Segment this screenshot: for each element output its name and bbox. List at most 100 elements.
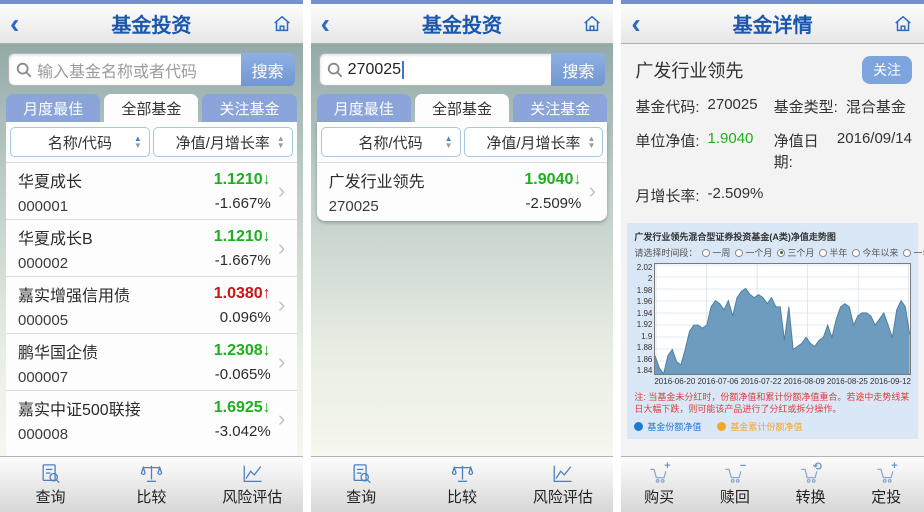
- nav-buy[interactable]: + 购买: [621, 457, 697, 512]
- fund-name: 嘉实中证500联接: [18, 396, 214, 420]
- nav-date-label: 净值日期:: [774, 130, 829, 172]
- fund-nav: 1.1210↓: [214, 228, 271, 246]
- y-axis-ticks: 2.0221.981.961.941.921.91.881.861.84: [634, 263, 654, 375]
- fund-name: 广发行业领先: [329, 168, 525, 192]
- fund-type-value: 混合基金: [846, 96, 906, 117]
- chart-title: 广发行业领先混合型证券投资基金(A类)净值走势图: [634, 230, 911, 243]
- unit-nav-value: 1.9040: [708, 130, 754, 172]
- plot-area: 2.0221.981.961.941.921.91.881.861.84: [634, 263, 911, 375]
- fund-row[interactable]: 鹏华国企债000007 1.2308↓-0.065% ›: [6, 333, 297, 390]
- three-screen-composite: ‹ 基金投资 输入基金名称或者代码 搜索 月度最佳 全部基金 关注基金: [0, 0, 924, 512]
- search-icon: [326, 61, 344, 79]
- tab-watched-funds[interactable]: 关注基金: [513, 94, 607, 122]
- fund-title-row: 广发行业领先 关注: [621, 44, 924, 88]
- home-icon[interactable]: [888, 13, 914, 35]
- back-icon[interactable]: ‹: [10, 11, 36, 37]
- cart-plus-icon: +: [647, 463, 672, 485]
- nav-redeem[interactable]: − 赎回: [697, 457, 773, 512]
- nav-query[interactable]: 查询: [0, 457, 101, 512]
- sort-nav-growth[interactable]: 净值/月增长率 ▲▼: [464, 127, 604, 157]
- text-cursor: [402, 61, 404, 79]
- fund-tabs: 月度最佳 全部基金 关注基金: [317, 94, 608, 122]
- fund-list-panel: 名称/代码 ▲▼ 净值/月增长率 ▲▼ 华夏成长000001 1.1210: [6, 122, 297, 456]
- tab-monthly-best[interactable]: 月度最佳: [317, 94, 411, 122]
- radio-icon: [903, 249, 911, 257]
- fund-nav: 1.0380↑: [214, 285, 271, 303]
- fund-name: 华夏成长B: [18, 225, 214, 249]
- fund-code-value: 270025: [708, 96, 758, 117]
- back-icon[interactable]: ‹: [631, 11, 657, 37]
- fund-row[interactable]: 嘉实增强信用债000005 1.0380↑0.096% ›: [6, 276, 297, 333]
- home-icon[interactable]: [267, 13, 293, 35]
- chevron-right-icon: ›: [271, 292, 293, 318]
- nav-compare[interactable]: 比较: [101, 457, 202, 512]
- period-radio-1m[interactable]: 一个月: [735, 246, 772, 259]
- fund-nav: 1.2308↓: [214, 342, 271, 360]
- nav-risk-assessment[interactable]: 风险评估: [512, 457, 613, 512]
- balance-scale-icon: [139, 463, 164, 485]
- nav-query[interactable]: 查询: [311, 457, 412, 512]
- chevron-right-icon: ›: [271, 349, 293, 375]
- nav-compare[interactable]: 比较: [412, 457, 513, 512]
- radio-icon: [777, 249, 785, 257]
- column-headers: 名称/代码 ▲▼ 净值/月增长率 ▲▼: [6, 122, 297, 162]
- period-radio-1y[interactable]: 一年: [903, 246, 924, 259]
- back-icon[interactable]: ‹: [321, 11, 347, 37]
- search-button[interactable]: 搜索: [551, 53, 605, 86]
- fund-growth: -3.042%: [215, 423, 271, 440]
- fund-growth: -0.065%: [215, 366, 271, 383]
- nav-convert[interactable]: ⟲ 转换: [773, 457, 849, 512]
- fund-row[interactable]: 华夏成长B000002 1.1210↓-1.667% ›: [6, 219, 297, 276]
- radio-icon: [702, 249, 710, 257]
- sort-name-code[interactable]: 名称/代码 ▲▼: [10, 127, 150, 157]
- period-selector: 请选择时间段： 一周 一个月 三个月 半年 今年以来 一年 两年 成立以来: [634, 246, 911, 259]
- fund-list-panel: 名称/代码 ▲▼ 净值/月增长率 ▲▼ 广发行业领先270025 1.90: [317, 122, 608, 221]
- fund-growth: -2.509%: [525, 195, 581, 212]
- sort-nav-growth[interactable]: 净值/月增长率 ▲▼: [153, 127, 293, 157]
- fund-code: 000007: [18, 369, 214, 386]
- search-button[interactable]: 搜索: [241, 53, 295, 86]
- bottom-nav: + 购买 − 赎回 ⟲ 转换 +: [621, 456, 924, 512]
- follow-button[interactable]: 关注: [862, 56, 912, 84]
- balance-scale-icon: [450, 463, 475, 485]
- trend-arrow-icon: ↓: [263, 171, 271, 188]
- fund-code-label: 基金代码:: [635, 96, 699, 117]
- column-label: 名称/代码: [359, 132, 423, 153]
- x-axis-ticks: 2016-06-20 2016-07-06 2016-07-22 2016-08…: [654, 377, 911, 386]
- fund-row[interactable]: 嘉实中证500联接000008 1.6925↓-3.042% ›: [6, 390, 297, 447]
- fund-row[interactable]: 华夏成长000001 1.1210↓-1.667% ›: [6, 162, 297, 219]
- tab-monthly-best[interactable]: 月度最佳: [6, 94, 100, 122]
- fund-row[interactable]: 广发行业领先270025 1.9040↓-2.509% ›: [317, 162, 608, 219]
- screen-fund-search-result: ‹ 基金投资 270025 搜索 月度最佳 全部基金 关注基金: [311, 0, 614, 512]
- trend-line-icon: [240, 463, 265, 485]
- chart-note: 注: 当基金未分红时，份额净值和累计份额净值重合。若途中走势线某日大幅下跌，则可…: [634, 392, 911, 415]
- header: ‹ 基金详情: [621, 4, 924, 44]
- monthly-growth-value: -2.509%: [708, 185, 764, 206]
- sort-name-code[interactable]: 名称/代码 ▲▼: [321, 127, 461, 157]
- trend-arrow-icon: ↓: [573, 171, 581, 188]
- nav-risk-assessment[interactable]: 风险评估: [202, 457, 303, 512]
- sort-arrows-icon: ▲▼: [134, 135, 142, 149]
- bottom-nav: 查询 比较 风险评估: [311, 456, 614, 512]
- cart-plus-icon: +: [874, 463, 899, 485]
- header: ‹ 基金投资: [0, 4, 303, 44]
- document-search-icon: [349, 463, 374, 485]
- radio-icon: [852, 249, 860, 257]
- nav-auto-invest[interactable]: + 定投: [848, 457, 924, 512]
- period-radio-ytd[interactable]: 今年以来: [852, 246, 898, 259]
- chevron-right-icon: ›: [271, 235, 293, 261]
- period-radio-6m[interactable]: 半年: [819, 246, 847, 259]
- tab-all-funds[interactable]: 全部基金: [415, 94, 509, 122]
- page-title: 基金投资: [36, 9, 267, 38]
- trend-line-icon: [550, 463, 575, 485]
- home-icon[interactable]: [577, 13, 603, 35]
- tab-all-funds[interactable]: 全部基金: [104, 94, 198, 122]
- nav-trend-chart-card: 广发行业领先混合型证券投资基金(A类)净值走势图 请选择时间段： 一周 一个月 …: [627, 223, 918, 439]
- fund-code: 270025: [329, 198, 525, 215]
- trend-arrow-icon: ↓: [263, 342, 271, 359]
- tab-watched-funds[interactable]: 关注基金: [202, 94, 296, 122]
- fund-name: 广发行业领先: [635, 57, 862, 83]
- period-radio-3m[interactable]: 三个月: [777, 246, 814, 259]
- period-radio-1w[interactable]: 一周: [702, 246, 730, 259]
- column-label: 净值/月增长率: [486, 132, 580, 153]
